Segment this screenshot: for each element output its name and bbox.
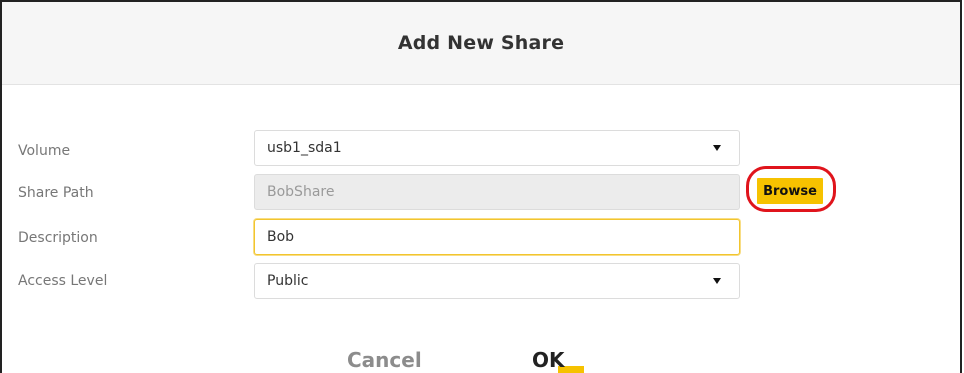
highlight-circle — [746, 166, 836, 212]
volume-label: Volume — [18, 143, 71, 159]
share-path-field: BobShare — [254, 174, 740, 210]
volume-value: usb1_sda1 — [267, 140, 342, 156]
ok-button[interactable]: OK — [532, 348, 565, 372]
cancel-button[interactable]: Cancel — [347, 348, 422, 372]
description-label: Description — [18, 230, 98, 246]
access-level-select[interactable]: Public — [254, 263, 740, 299]
access-level-value: Public — [267, 273, 309, 289]
chevron-down-icon — [713, 278, 721, 284]
share-path-value: BobShare — [267, 184, 335, 200]
share-path-label: Share Path — [18, 185, 94, 201]
chevron-down-icon — [713, 145, 721, 151]
description-input[interactable]: Bob — [254, 219, 740, 255]
add-new-share-dialog: Add New Share Volume usb1_sda1 Share Pat… — [0, 0, 962, 373]
volume-select[interactable]: usb1_sda1 — [254, 130, 740, 166]
description-value: Bob — [267, 229, 295, 245]
dialog-header: Add New Share — [2, 2, 960, 85]
dialog-title: Add New Share — [397, 32, 565, 54]
access-level-label: Access Level — [18, 273, 108, 289]
